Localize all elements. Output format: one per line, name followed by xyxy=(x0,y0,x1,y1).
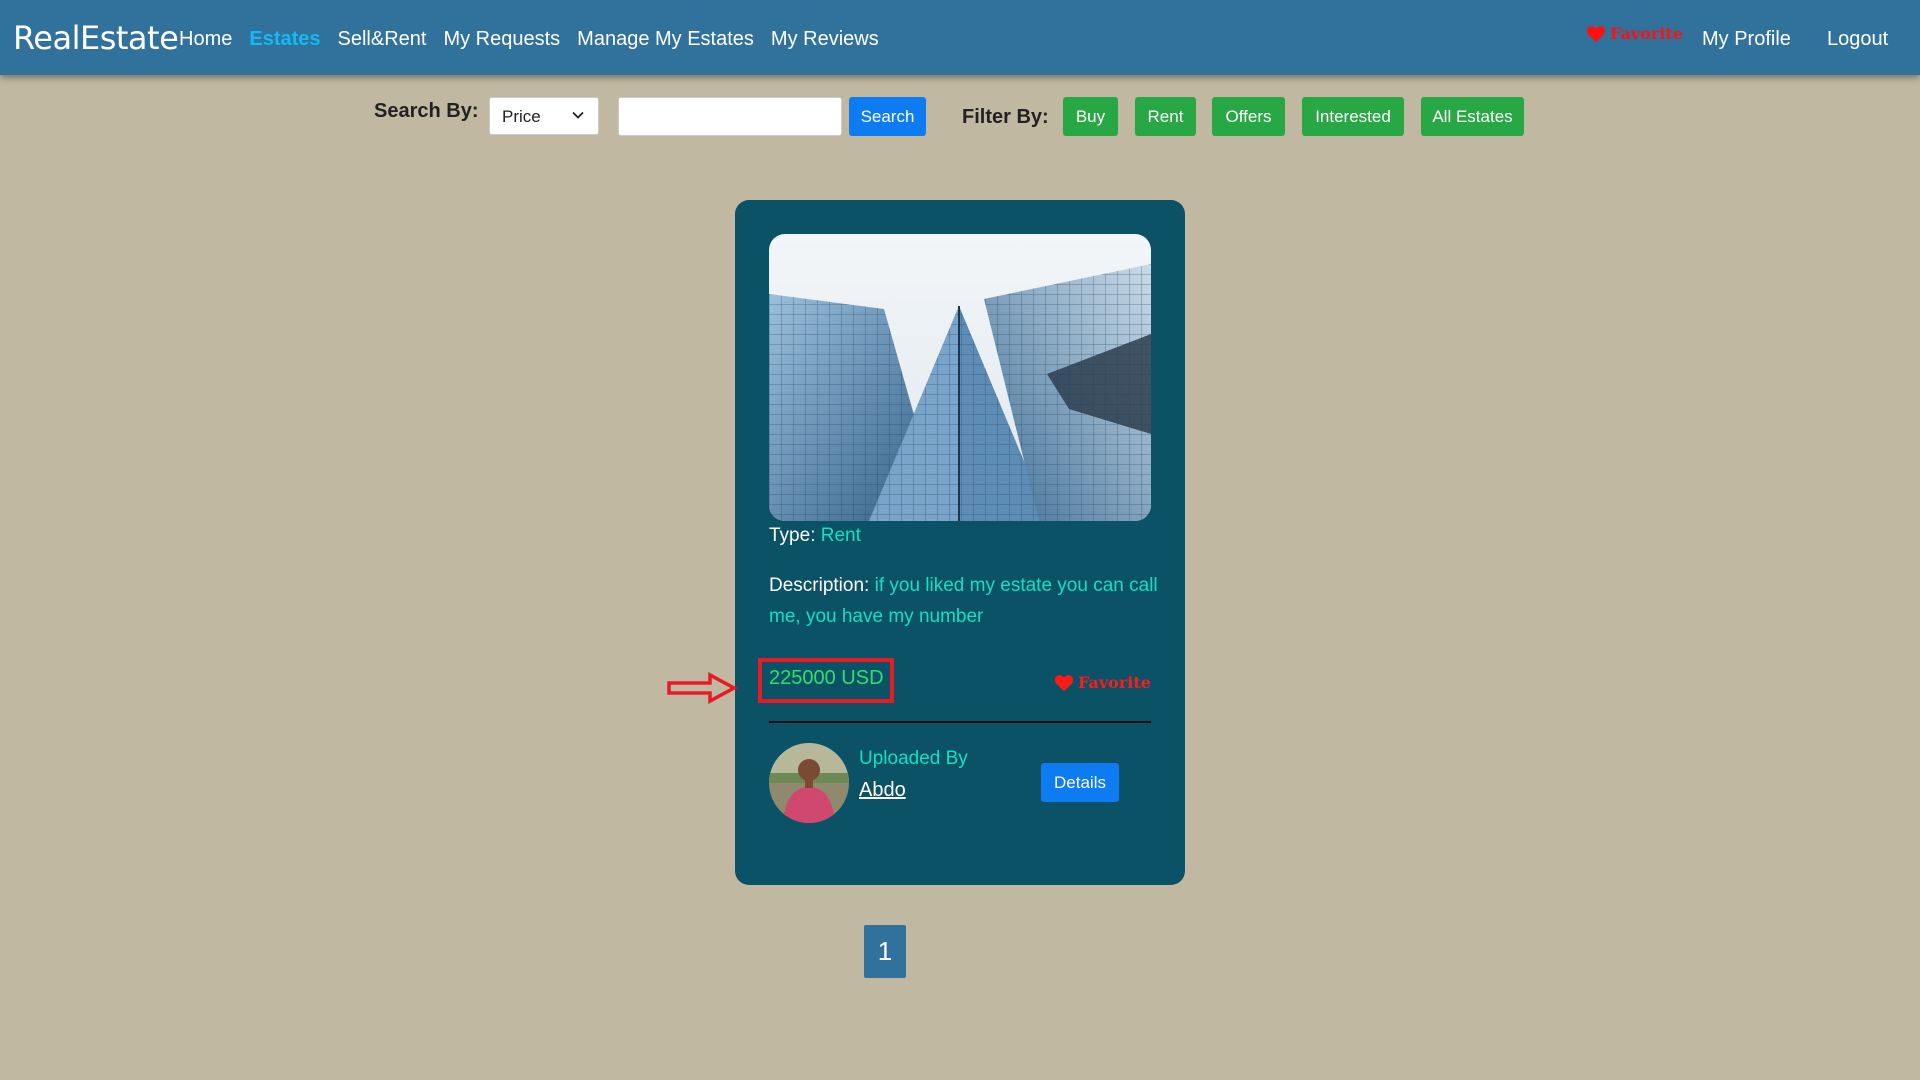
nav-home[interactable]: Home xyxy=(179,26,232,52)
type-value: Rent xyxy=(820,525,861,546)
filter-by-label: Filter By: xyxy=(962,106,1049,128)
favorite-label: Favorite xyxy=(1078,673,1151,692)
estate-type: Type: Rent xyxy=(769,525,861,547)
nav-favorite-label: Favorite xyxy=(1610,24,1683,43)
filter-offers-button[interactable]: Offers xyxy=(1212,97,1285,136)
search-button[interactable]: Search xyxy=(849,97,926,136)
search-input[interactable] xyxy=(618,97,842,136)
search-by-selected: Price xyxy=(502,107,541,126)
filter-rent-button[interactable]: Rent xyxy=(1135,97,1196,136)
details-button[interactable]: Details xyxy=(1041,763,1119,802)
estate-image xyxy=(769,234,1151,521)
filter-interested-button[interactable]: Interested xyxy=(1302,97,1404,136)
chevron-down-icon xyxy=(572,111,584,119)
heart-icon xyxy=(1054,674,1074,691)
favorite-button[interactable]: Favorite xyxy=(1054,673,1151,692)
nav-logout[interactable]: Logout xyxy=(1827,26,1888,52)
nav-my-requests[interactable]: My Requests xyxy=(443,26,560,52)
brand-logo[interactable]: RealEstate xyxy=(13,18,179,58)
nav-manage-my-estates[interactable]: Manage My Estates xyxy=(577,26,754,52)
nav-my-profile[interactable]: My Profile xyxy=(1702,26,1791,52)
estate-card: Type: Rent Description: if you liked my … xyxy=(735,200,1185,885)
heart-icon xyxy=(1586,25,1606,42)
nav-sell-rent[interactable]: Sell&Rent xyxy=(338,26,427,52)
arrow-right-icon xyxy=(667,672,738,704)
pagination-page-1[interactable]: 1 xyxy=(864,925,906,978)
nav-my-reviews[interactable]: My Reviews xyxy=(771,26,879,52)
description-label: Description: xyxy=(769,575,870,596)
nav-estates[interactable]: Estates xyxy=(249,26,320,52)
search-by-select[interactable]: Price xyxy=(489,97,599,135)
type-label: Type: xyxy=(769,525,816,546)
price-highlight-box xyxy=(758,658,894,703)
nav-links: Home Estates Sell&Rent My Requests Manag… xyxy=(179,26,896,52)
filter-all-estates-button[interactable]: All Estates xyxy=(1421,97,1524,136)
estate-description: Description: if you liked my estate you … xyxy=(769,570,1159,632)
nav-favorite[interactable]: Favorite xyxy=(1586,24,1683,43)
card-divider xyxy=(769,721,1151,723)
uploaded-by-label: Uploaded By xyxy=(859,748,968,769)
search-by-label: Search By: xyxy=(374,100,479,122)
navbar: RealEstate Home Estates Sell&Rent My Req… xyxy=(0,0,1920,75)
uploader-name-link[interactable]: Abdo xyxy=(859,779,906,802)
uploader-avatar[interactable] xyxy=(769,743,849,823)
filter-buy-button[interactable]: Buy xyxy=(1063,97,1118,136)
